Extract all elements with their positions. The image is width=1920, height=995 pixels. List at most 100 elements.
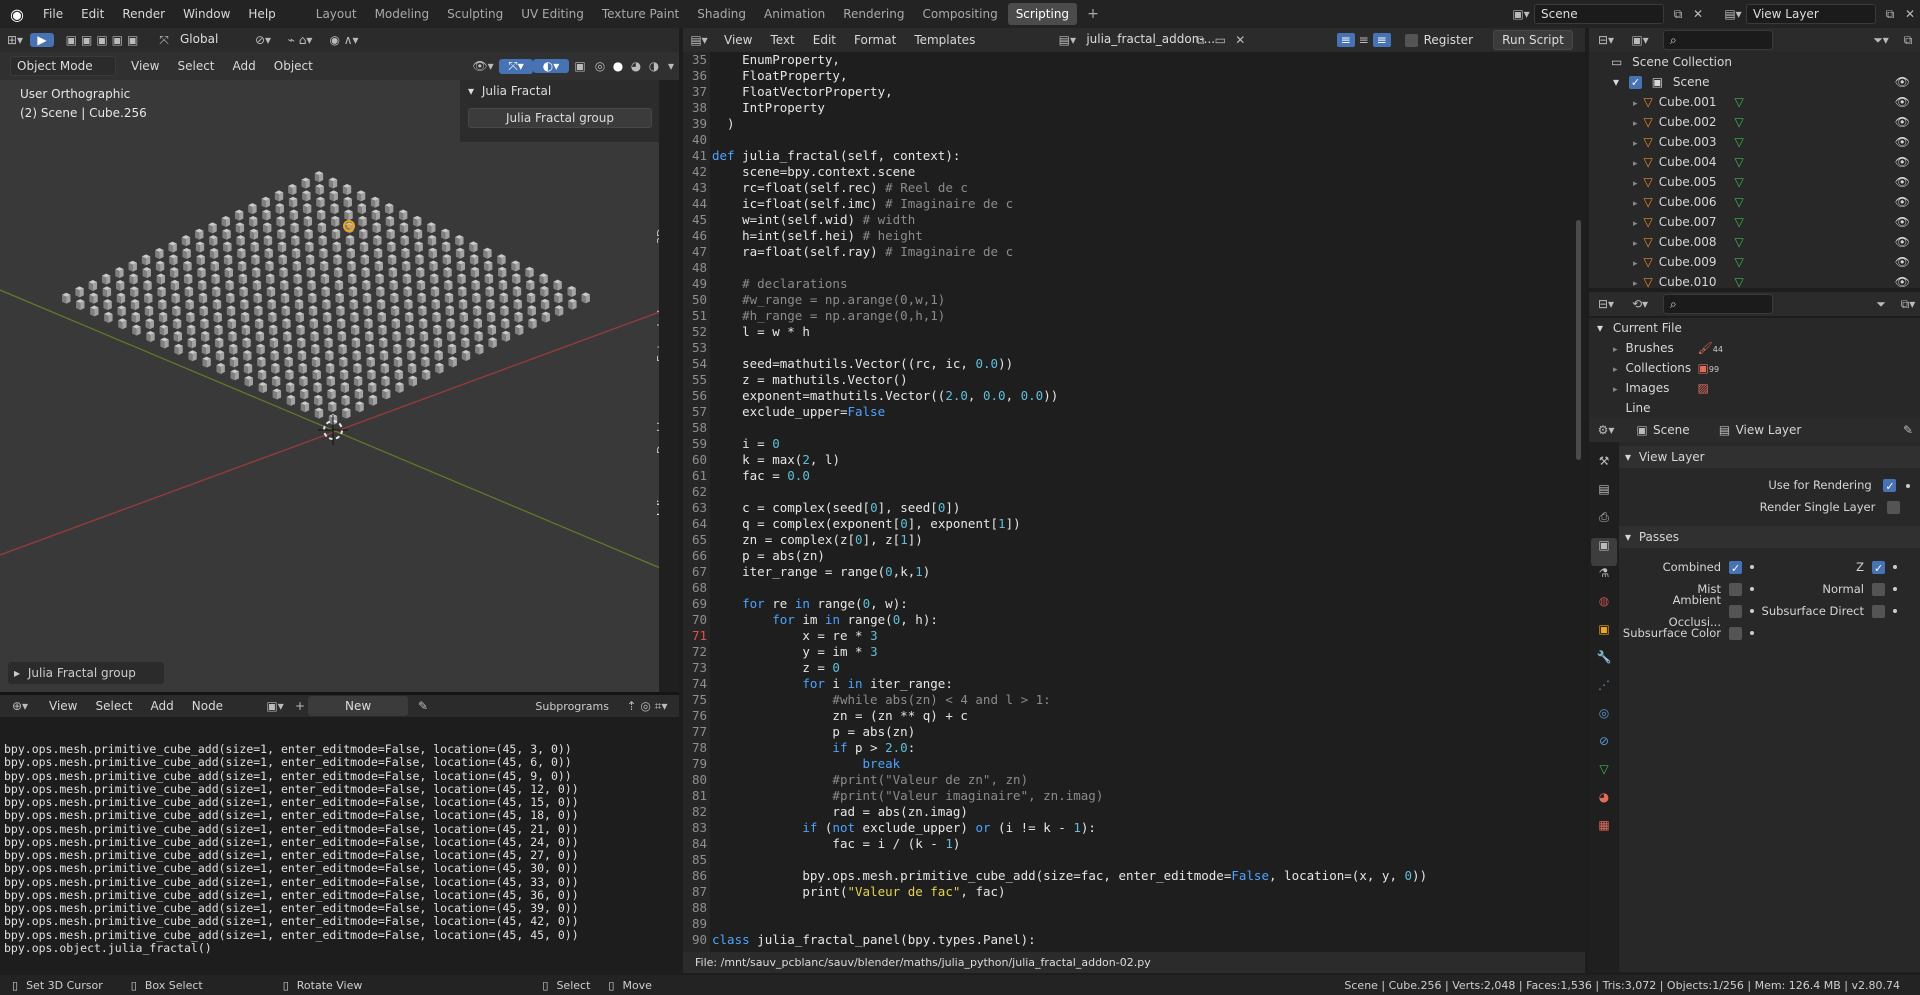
- cube-object[interactable]: [442, 254, 451, 266]
- code-line[interactable]: 63 c = complex(seed[0], seed[0]): [683, 500, 1585, 516]
- pass-left-checkbox[interactable]: [1729, 626, 1742, 640]
- passes-panel-title[interactable]: Passes: [1639, 530, 1679, 544]
- code-line[interactable]: 69 for re in range(0, w):: [683, 596, 1585, 612]
- cube-object[interactable]: [160, 337, 169, 349]
- cube-object[interactable]: [240, 311, 250, 323]
- pin-properties-icon[interactable]: ✎: [1896, 423, 1920, 437]
- cube-object[interactable]: [371, 209, 381, 221]
- cube-object[interactable]: [333, 267, 343, 279]
- menu-window[interactable]: Window: [174, 0, 239, 28]
- cube-object[interactable]: [404, 311, 414, 323]
- code-line[interactable]: 52 l = w * h: [683, 324, 1585, 340]
- cube-object[interactable]: [488, 337, 497, 349]
- cube-object[interactable]: [388, 266, 398, 278]
- cube-object[interactable]: [159, 324, 168, 336]
- cube-object[interactable]: [158, 311, 168, 323]
- cube-object[interactable]: [446, 318, 455, 330]
- cube-object[interactable]: [254, 305, 263, 317]
- cube-object[interactable]: [215, 350, 225, 362]
- cube-object[interactable]: [381, 375, 390, 387]
- cube-object[interactable]: [365, 343, 375, 355]
- outliner-search-input[interactable]: ⌕: [1663, 30, 1773, 50]
- cube-object[interactable]: [170, 279, 180, 291]
- cube-object[interactable]: [540, 286, 549, 298]
- code-line[interactable]: 58: [683, 420, 1585, 436]
- cube-object[interactable]: [182, 247, 191, 259]
- cube-object[interactable]: [234, 209, 244, 221]
- expand-arrow-icon[interactable]: ▸: [1633, 99, 1638, 109]
- cube-object[interactable]: [469, 254, 479, 266]
- cube-object[interactable]: [379, 350, 389, 362]
- cube-object[interactable]: [415, 254, 424, 266]
- view-layer-icon[interactable]: ▤▾: [1720, 7, 1746, 21]
- viewport-menu-object[interactable]: Object: [265, 52, 322, 80]
- code-line[interactable]: 76 zn = (zn ** q) + c: [683, 708, 1585, 724]
- workspace-tab-uv-editing[interactable]: UV Editing: [513, 3, 592, 25]
- cube-object[interactable]: [184, 286, 194, 298]
- shading-options-icon[interactable]: ▾: [663, 59, 679, 73]
- properties-type-icon[interactable]: ⚙▾: [1589, 423, 1623, 437]
- close-text-icon[interactable]: ✕: [1230, 33, 1250, 47]
- cube-object[interactable]: [244, 375, 253, 387]
- blend-file-tree[interactable]: ▾ Current File ▸ Brushes 🖌44 ▸ Collections ▣9…: [1589, 318, 1920, 435]
- cube-object[interactable]: [118, 318, 127, 330]
- cube-object[interactable]: [525, 266, 534, 278]
- code-line[interactable]: 46 h=int(self.hei) # height: [683, 228, 1585, 244]
- outliner-object-row[interactable]: ▸ ▽ Cube.004 ▽ 👁: [1589, 152, 1920, 172]
- cube-object[interactable]: [252, 279, 262, 291]
- cube-object[interactable]: [330, 203, 339, 215]
- eye-icon[interactable]: 👁: [1895, 112, 1910, 132]
- expand-arrow-icon[interactable]: ▾: [1613, 75, 1619, 89]
- open-text-icon[interactable]: ▭: [1210, 33, 1230, 47]
- scene-tab-icon[interactable]: ⚗: [1599, 566, 1610, 594]
- code-line[interactable]: 50 #w_range = np.arange(0,w,1): [683, 292, 1585, 308]
- code-line[interactable]: 83 if (not exclude_upper) or (i != k - 1…: [683, 820, 1585, 836]
- cube-object[interactable]: [377, 311, 386, 323]
- cube-object[interactable]: [474, 330, 483, 342]
- cube-object[interactable]: [434, 350, 443, 362]
- delete-view-layer-icon[interactable]: ✕: [1900, 7, 1920, 21]
- filter-2-icon[interactable]: ⏷: [1866, 297, 1896, 312]
- mode-select[interactable]: Object Mode: [10, 56, 116, 76]
- cube-object[interactable]: [567, 286, 576, 298]
- expand-arrow-icon[interactable]: ▸: [1633, 159, 1638, 169]
- code-line[interactable]: 85: [683, 852, 1585, 868]
- cube-object[interactable]: [512, 286, 522, 298]
- cube-object[interactable]: [241, 324, 250, 336]
- cube-object[interactable]: [312, 369, 321, 381]
- cube-object[interactable]: [483, 247, 492, 259]
- cube-object[interactable]: [376, 298, 386, 310]
- cube-object[interactable]: [387, 241, 396, 253]
- expand-arrow-icon[interactable]: ▸: [1613, 345, 1618, 355]
- cube-object[interactable]: [427, 222, 436, 234]
- code-line[interactable]: 81 #print("Valeur imaginaire", zn.imag): [683, 788, 1585, 804]
- file-item-line-styles[interactable]: ▸Line Styles✎: [1589, 398, 1920, 435]
- expand-arrow-icon[interactable]: ▸: [14, 666, 20, 680]
- cube-object[interactable]: [276, 215, 285, 227]
- cube-object[interactable]: [288, 196, 298, 208]
- cube-object[interactable]: [382, 388, 391, 400]
- eye-icon[interactable]: 👁: [1895, 132, 1910, 152]
- outliner-object-row[interactable]: ▸ ▽ Cube.008 ▽ 👁: [1589, 232, 1920, 252]
- cube-object[interactable]: [375, 273, 384, 285]
- cube-object[interactable]: [291, 247, 301, 259]
- cube-object[interactable]: [362, 279, 371, 291]
- code-line[interactable]: 90 class julia_fractal_panel(bpy.types.Pa…: [683, 932, 1585, 948]
- animate-dot-icon[interactable]: [1906, 483, 1910, 488]
- text-browse-icon[interactable]: ▤▾: [1054, 33, 1080, 47]
- data-tab-icon[interactable]: ▽: [1599, 762, 1608, 790]
- cube-object[interactable]: [251, 267, 261, 279]
- cube-object[interactable]: [455, 234, 464, 246]
- cube-object[interactable]: [340, 382, 350, 394]
- cube-object[interactable]: [299, 375, 308, 387]
- cube-object[interactable]: [202, 356, 211, 368]
- eye-icon[interactable]: 👁: [1895, 192, 1910, 212]
- code-line[interactable]: 73 z = 0: [683, 660, 1585, 676]
- cube-object[interactable]: [486, 298, 495, 310]
- cube-object[interactable]: [386, 228, 395, 240]
- code-line[interactable]: 51 #h_range = np.arange(0,h,1): [683, 308, 1585, 324]
- cube-object[interactable]: [209, 247, 219, 259]
- cube-object[interactable]: [172, 318, 182, 330]
- animate-dot-icon[interactable]: [1893, 587, 1897, 591]
- cube-object[interactable]: [429, 260, 438, 272]
